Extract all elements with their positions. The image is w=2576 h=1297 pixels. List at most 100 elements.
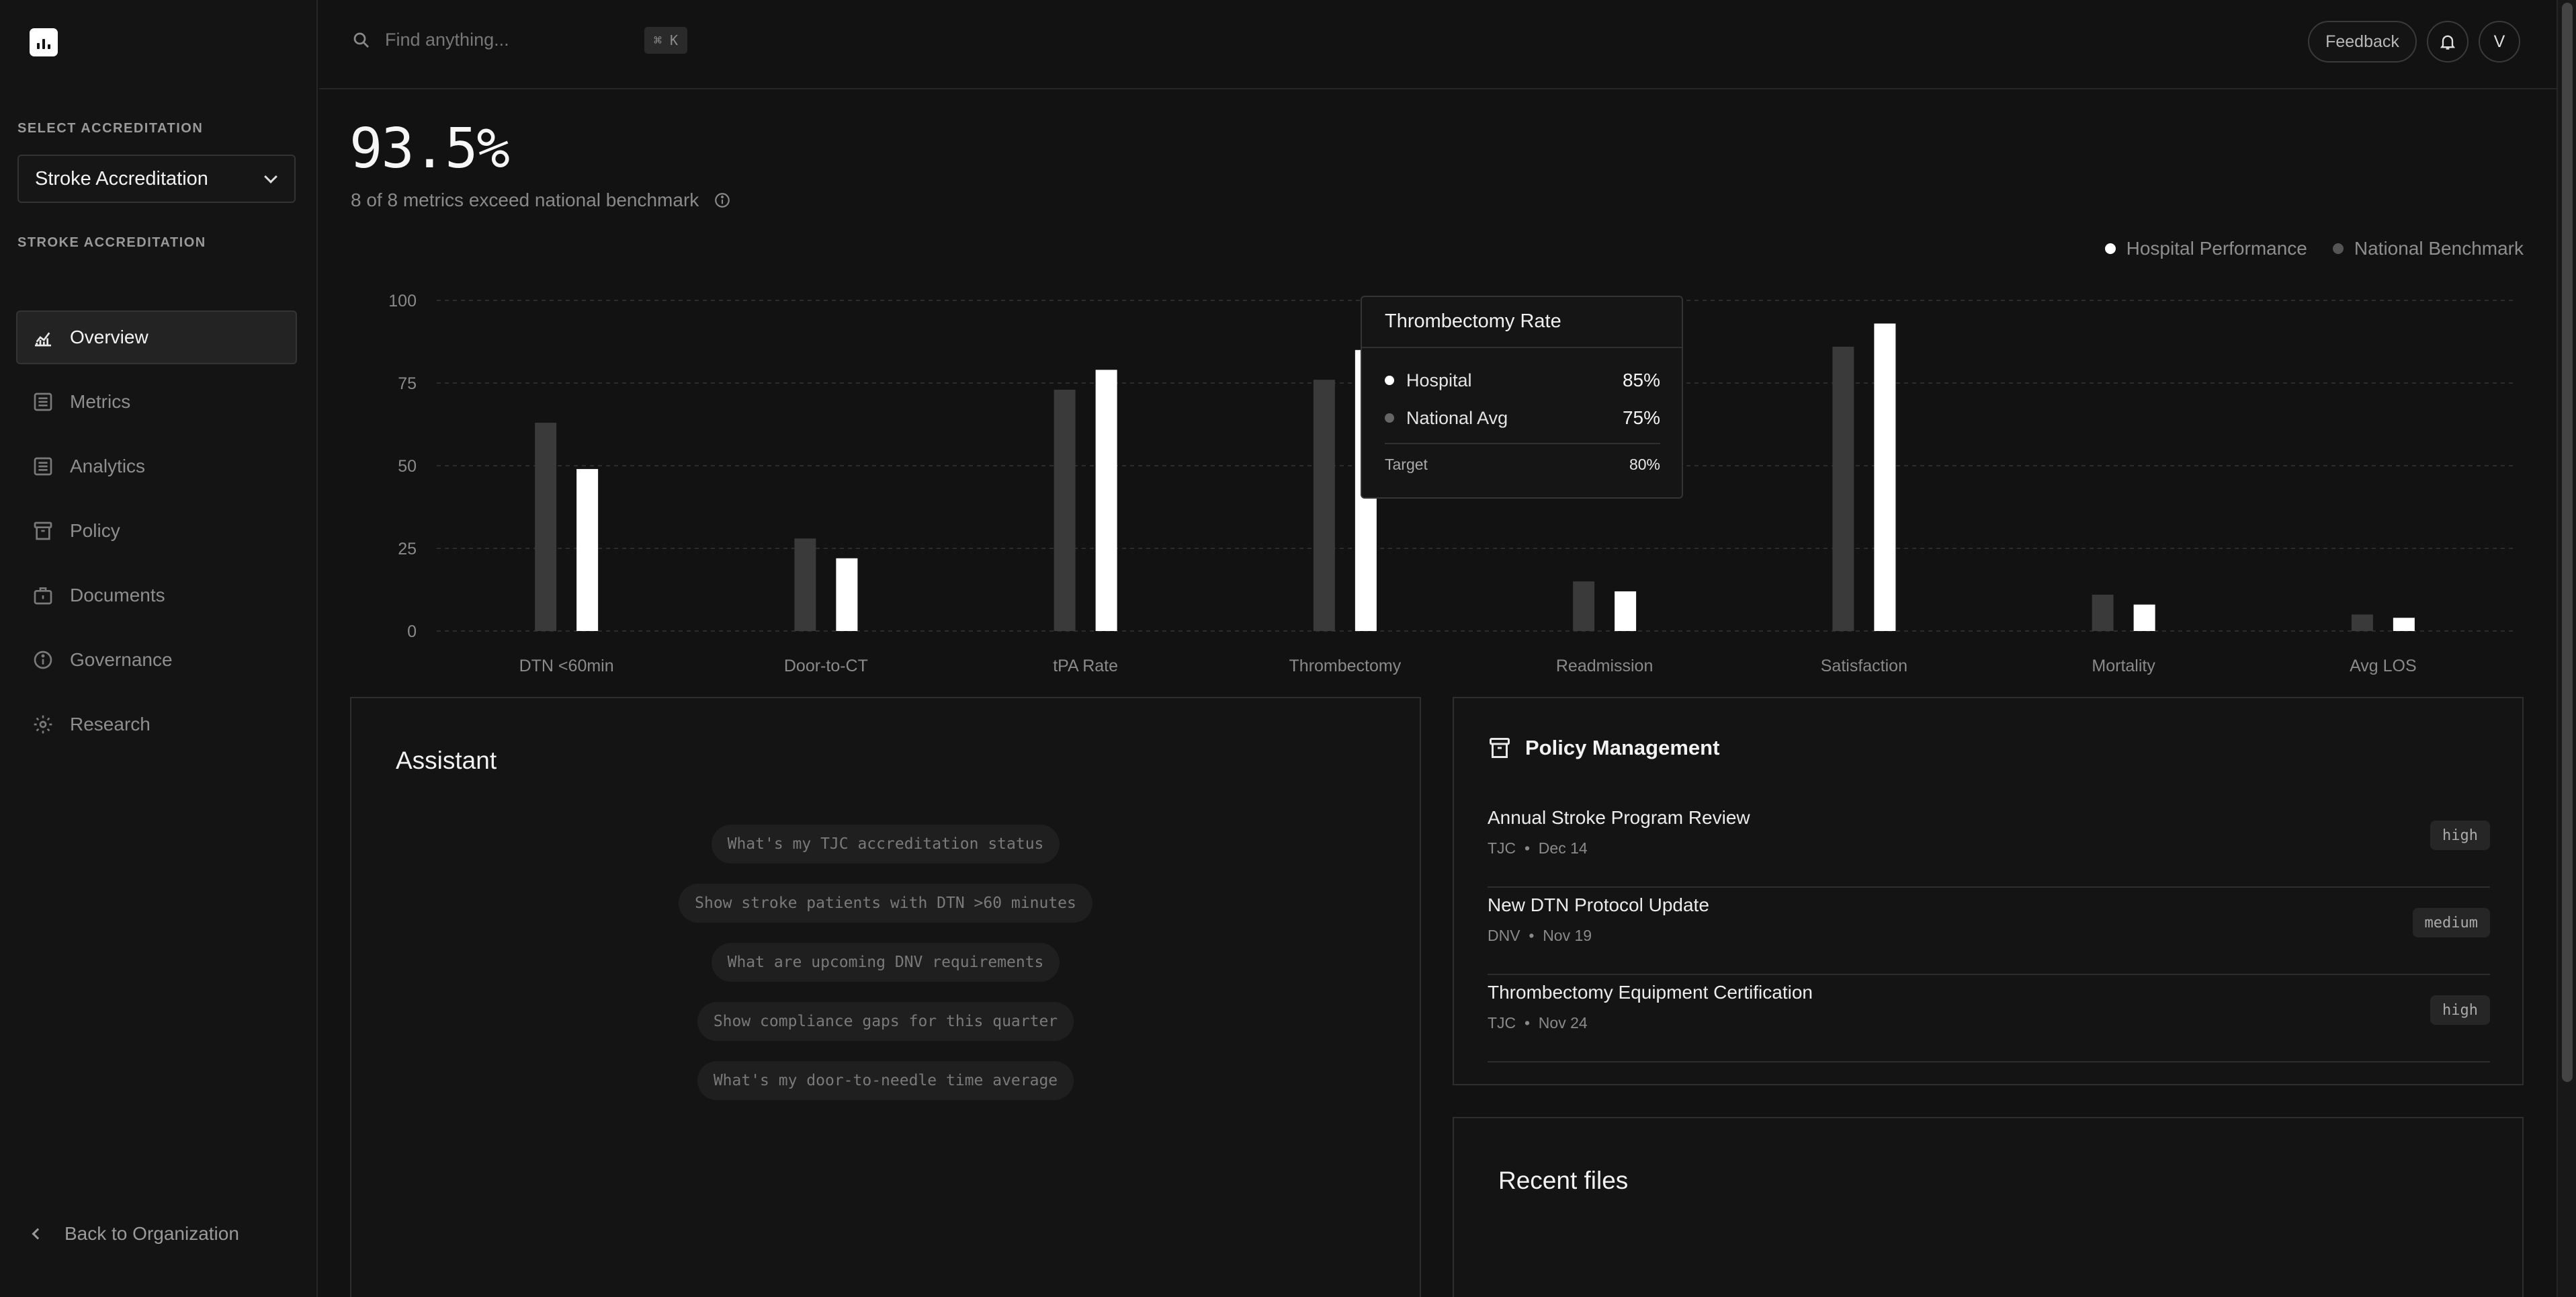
bar-national — [2092, 594, 2114, 631]
search-icon — [353, 32, 369, 48]
feedback-button[interactable]: Feedback — [2308, 21, 2417, 62]
sidebar-item-policy[interactable]: Policy — [16, 504, 297, 558]
kpi-subtitle-row: 8 of 8 metrics exceed national benchmark — [351, 190, 731, 211]
avatar[interactable]: V — [2479, 21, 2520, 62]
policy-item[interactable]: Annual Stroke Program Review TJC • Dec 1… — [1488, 800, 2490, 888]
sidebar-item-label: Documents — [70, 585, 165, 605]
x-tick-label: Door-to-CT — [784, 657, 868, 675]
policy-list: Annual Stroke Program Review TJC • Dec 1… — [1488, 800, 2490, 1062]
sidebar-item-research[interactable]: Research — [16, 698, 297, 751]
sidebar-nav: Overview Metrics Analytics Policy Docume… — [16, 310, 297, 762]
policy-item-meta: TJC • Nov 24 — [1488, 1014, 1588, 1032]
suggestion-chip[interactable]: Show compliance gaps for this quarter — [697, 1002, 1074, 1041]
tooltip-hospital-label: Hospital — [1406, 370, 1472, 390]
archive-icon — [1490, 738, 1510, 758]
sidebar-item-metrics[interactable]: Metrics — [16, 375, 297, 429]
x-tick-label: Avg LOS — [2350, 657, 2417, 675]
policy-header: Policy Management — [1488, 736, 1719, 760]
assistant-title: Assistant — [396, 747, 497, 774]
priority-badge: high — [2430, 821, 2490, 850]
notifications-button[interactable] — [2427, 21, 2468, 62]
policy-management-panel: Policy Management Annual Stroke Program … — [1453, 697, 2524, 1085]
chart-tooltip: Thrombectomy Rate Hospital 85% National … — [1361, 296, 1683, 499]
suggestion-chip[interactable]: What are upcoming DNV requirements — [711, 943, 1060, 982]
info-icon[interactable] — [714, 192, 731, 209]
chevron-down-icon — [264, 170, 277, 183]
policy-item-meta: TJC • Dec 14 — [1488, 839, 1588, 857]
tooltip-target-label: Target — [1385, 456, 1428, 473]
tooltip-row-hospital: Hospital 85% — [1385, 370, 1660, 391]
legend-item-national[interactable]: National Benchmark — [2332, 238, 2524, 259]
policy-item-date: Dec 14 — [1538, 839, 1588, 857]
x-tick-label: Mortality — [2092, 657, 2155, 675]
x-tick-label: Readmission — [1556, 657, 1654, 675]
info-icon — [34, 651, 52, 669]
assistant-panel: Assistant What's my TJC accreditation st… — [350, 697, 1421, 1297]
bar-national — [1054, 389, 1076, 631]
bell-icon — [2440, 35, 2456, 50]
y-tick-label: 0 — [407, 622, 417, 641]
suggestion-chip[interactable]: Show stroke patients with DTN >60 minute… — [679, 884, 1092, 923]
policy-item-date: Nov 24 — [1538, 1014, 1588, 1032]
y-tick-label: 75 — [398, 374, 417, 393]
sidebar-item-label: Metrics — [70, 391, 131, 412]
sidebar: SELECT ACCREDITATION Stroke Accreditatio… — [0, 0, 318, 1297]
bar-hospital — [2133, 604, 2155, 631]
bar-national — [535, 423, 557, 631]
list-icon — [34, 457, 52, 476]
chevron-left-icon — [32, 1228, 44, 1240]
policy-item-meta: DNV • Nov 19 — [1488, 927, 1592, 944]
page-scrollbar[interactable] — [2557, 0, 2576, 1297]
back-link-label: Back to Organization — [65, 1223, 239, 1244]
sidebar-item-label: Policy — [70, 520, 120, 541]
bar-hospital — [1615, 591, 1637, 631]
legend-dot-hospital — [2104, 243, 2116, 254]
assistant-suggestions: What's my TJC accreditation status Show … — [351, 825, 1420, 1100]
bar-hospital — [576, 468, 599, 631]
x-tick-label: DTN <60min — [519, 657, 614, 675]
scrollbar-thumb[interactable] — [2562, 3, 2573, 1082]
tooltip-divider — [1362, 347, 1682, 348]
recent-files-panel: Recent files — [1453, 1117, 2524, 1297]
bar-national — [1313, 380, 1335, 631]
sidebar-item-label: Overview — [70, 327, 148, 347]
select-accreditation-label: SELECT ACCREDITATION — [17, 121, 204, 136]
policy-item-title: Thrombectomy Equipment Certification — [1488, 982, 1813, 1003]
recent-files-title: Recent files — [1498, 1167, 1629, 1194]
sidebar-item-overview[interactable]: Overview — [16, 310, 297, 364]
suggestion-chip[interactable]: What's my door-to-needle time average — [697, 1061, 1074, 1100]
policy-item-date: Nov 19 — [1543, 927, 1592, 944]
bar-national — [1573, 581, 1595, 631]
app-logo-icon[interactable] — [30, 28, 58, 56]
search-shortcut-badge: ⌘ K — [644, 27, 687, 54]
policy-item-title: Annual Stroke Program Review — [1488, 807, 1750, 828]
legend-dot-national — [2332, 243, 2344, 254]
tooltip-row-target: Target 80% — [1385, 456, 1660, 474]
x-tick-label: tPA Rate — [1053, 657, 1118, 675]
briefcase-icon — [34, 587, 52, 605]
y-tick-label: 50 — [398, 457, 417, 476]
tooltip-dot-national — [1385, 413, 1394, 423]
sidebar-item-documents[interactable]: Documents — [16, 569, 297, 622]
policy-item[interactable]: New DTN Protocol Update DNV • Nov 19 med… — [1488, 888, 2490, 975]
y-tick-label: 25 — [398, 540, 417, 558]
policy-item-org: TJC — [1488, 839, 1516, 857]
accreditation-select[interactable]: Stroke Accreditation — [17, 155, 296, 203]
sidebar-item-analytics[interactable]: Analytics — [16, 440, 297, 493]
legend-label-hospital: Hospital Performance — [2126, 238, 2307, 259]
tooltip-row-national: National Avg 75% — [1385, 407, 1660, 429]
search-placeholder: Find anything... — [385, 30, 509, 50]
policy-title: Policy Management — [1525, 736, 1720, 759]
search-input[interactable]: Find anything... — [351, 30, 509, 50]
tooltip-national-label: National Avg — [1406, 407, 1508, 428]
bar-national — [794, 538, 816, 631]
legend-label-national: National Benchmark — [2354, 238, 2524, 259]
chart-legend: Hospital Performance National Benchmark — [2104, 238, 2524, 259]
suggestion-chip[interactable]: What's my TJC accreditation status — [711, 825, 1060, 864]
legend-item-hospital[interactable]: Hospital Performance — [2104, 238, 2307, 259]
back-to-organization-link[interactable]: Back to Organization — [32, 1223, 239, 1245]
policy-item[interactable]: Thrombectomy Equipment Certification TJC… — [1488, 975, 2490, 1062]
tooltip-national-value: 75% — [1622, 407, 1660, 428]
policy-item-title: New DTN Protocol Update — [1488, 894, 1709, 915]
sidebar-item-governance[interactable]: Governance — [16, 633, 297, 687]
